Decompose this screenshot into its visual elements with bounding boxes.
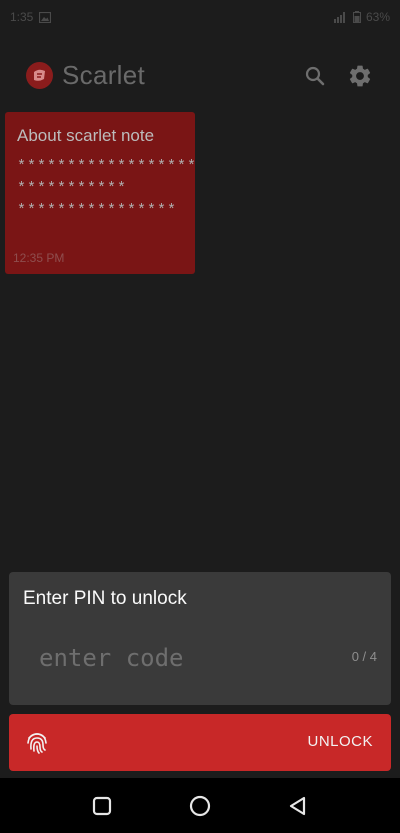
note-card[interactable]: About scarlet note ****************** **… xyxy=(5,112,198,274)
recent-apps-button[interactable] xyxy=(90,794,114,818)
home-button[interactable] xyxy=(188,794,212,818)
square-icon xyxy=(92,796,112,816)
signal-icon xyxy=(333,12,345,23)
unlock-button[interactable]: UNLOCK xyxy=(9,714,391,771)
app-title: Scarlet xyxy=(62,60,146,90)
status-time: 1:35 xyxy=(10,10,34,24)
note-title: About scarlet note xyxy=(17,126,155,145)
pin-panel: Enter PIN to unlock 0 / 4 xyxy=(9,572,391,705)
image-notification-icon xyxy=(39,11,52,23)
circle-icon xyxy=(189,795,211,817)
search-button[interactable] xyxy=(303,64,327,88)
app-logo xyxy=(26,62,53,89)
scarlet-logo-icon xyxy=(34,69,45,81)
battery-icon xyxy=(352,11,361,23)
search-icon xyxy=(305,66,325,86)
fingerprint-icon[interactable] xyxy=(24,729,50,755)
status-bar: 1:35 63% xyxy=(0,0,400,34)
note-body: ****************** *********** *********… xyxy=(17,158,198,219)
unlock-label: UNLOCK xyxy=(307,733,373,750)
app-bar: Scarlet xyxy=(0,50,400,102)
note-timestamp: 12:35 PM xyxy=(13,251,65,265)
pin-input[interactable] xyxy=(37,639,341,677)
settings-button[interactable] xyxy=(347,63,373,89)
pin-character-counter: 0 / 4 xyxy=(351,649,377,664)
gear-icon xyxy=(349,65,371,87)
system-navigation-bar xyxy=(0,778,400,833)
battery-level: 63% xyxy=(365,10,390,24)
pin-prompt-label: Enter PIN to unlock xyxy=(23,588,187,609)
back-button[interactable] xyxy=(285,794,309,818)
back-triangle-icon xyxy=(289,796,306,816)
